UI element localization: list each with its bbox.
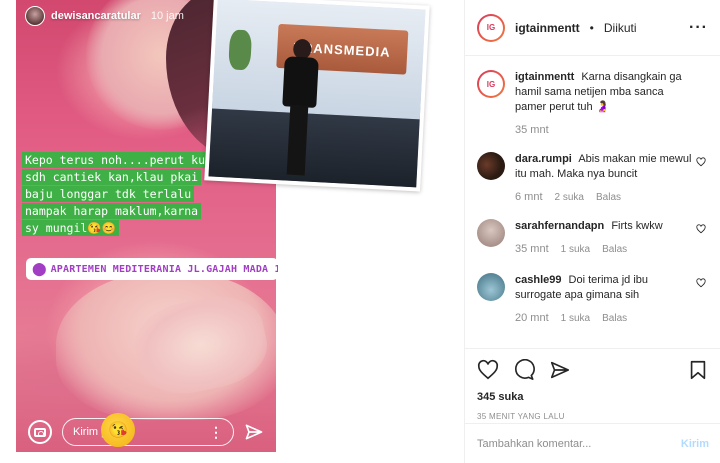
story-username[interactable]: dewisancaratular xyxy=(51,10,141,22)
more-options-icon[interactable]: ··· xyxy=(689,19,708,37)
reply-button[interactable]: Balas xyxy=(602,311,627,326)
comment-username[interactable]: dara.rumpi xyxy=(515,153,572,165)
more-icon[interactable]: ⋮ xyxy=(209,424,223,441)
caption-username[interactable]: igtainmentt xyxy=(515,71,574,83)
bookmark-icon[interactable] xyxy=(687,359,709,381)
comment-likes[interactable]: 1 suka xyxy=(561,242,590,257)
comment-time[interactable]: 35 mnt xyxy=(515,242,549,257)
comment-username[interactable]: cashle99 xyxy=(515,274,561,286)
comment-time[interactable]: 20 mnt xyxy=(515,311,549,326)
commenter-avatar[interactable] xyxy=(477,219,505,247)
overlay-photo: TRANSMEDIA xyxy=(204,0,430,192)
post-media[interactable]: dewisancaratular 10 jam Kepo terus noh..… xyxy=(0,0,464,463)
comment-username[interactable]: sarahfernandapn xyxy=(515,220,604,232)
comment-bubble-icon[interactable] xyxy=(513,359,535,381)
comment-likes[interactable]: 1 suka xyxy=(561,311,590,326)
kiss-emoji-icon: 😘 xyxy=(101,413,135,447)
story-avatar[interactable] xyxy=(25,6,45,26)
comment-item: dara.rumpi Abis makan mie mewul itu mah.… xyxy=(477,152,708,205)
story-caption-line: sdh cantiek kan,klau pkai xyxy=(22,169,202,185)
story-footer: Kirim pesan 😘 ⋮ xyxy=(16,412,276,452)
like-heart-icon[interactable] xyxy=(477,359,499,381)
comment-likes[interactable]: 2 suka xyxy=(555,190,584,205)
comments-list[interactable]: IG igtainmentt Karna disangkain ga hamil… xyxy=(465,56,720,348)
comment-input[interactable]: Tambahkan komentar... xyxy=(477,438,681,450)
location-text: APARTEMEN MEDITERANIA JL.GAJAH MADA 174 … xyxy=(50,263,278,275)
add-comment-bar: Tambahkan komentar... Kirim xyxy=(465,423,720,463)
header-separator: • xyxy=(589,20,594,35)
post-comment-button[interactable]: Kirim xyxy=(681,438,709,450)
commenter-avatar[interactable] xyxy=(477,152,505,180)
comment-time[interactable]: 6 mnt xyxy=(515,190,543,205)
avatar-logo-text: IG xyxy=(486,23,496,32)
story-header: dewisancaratular 10 jam xyxy=(25,6,184,26)
camera-icon[interactable] xyxy=(28,420,52,444)
heart-icon[interactable] xyxy=(696,157,706,167)
post-caption: IG igtainmentt Karna disangkain ga hamil… xyxy=(477,70,708,138)
story-caption-line: baju longgar tdk terlalu xyxy=(22,186,195,202)
post-sidebar: IG igtainmentt • Diikuti ··· IG igtainme… xyxy=(464,0,720,463)
send-icon[interactable] xyxy=(244,422,264,442)
avatar-logo-text: IG xyxy=(486,79,496,89)
comment-text: Firts kwkw xyxy=(611,220,663,232)
post-actions: 345 suka 35 MENIT YANG LALU xyxy=(465,348,720,421)
caption-avatar[interactable]: IG xyxy=(477,70,505,98)
location-sticker[interactable]: ⬤ APARTEMEN MEDITERANIA JL.GAJAH MADA 17… xyxy=(26,258,278,280)
follow-status-button[interactable]: Diikuti xyxy=(604,21,637,35)
story-time: 10 jam xyxy=(150,10,184,22)
comment-item: cashle99 Doi terima jd ibu surrogate apa… xyxy=(477,273,708,326)
comment-item: sarahfernandapn Firts kwkw 35 mnt 1 suka… xyxy=(477,219,708,257)
location-pin-icon: ⬤ xyxy=(32,261,47,276)
post-timestamp[interactable]: 35 MENIT YANG LALU xyxy=(477,412,709,421)
caption-time[interactable]: 35 mnt xyxy=(515,123,549,138)
post-header: IG igtainmentt • Diikuti ··· xyxy=(465,0,720,56)
likes-count[interactable]: 345 suka xyxy=(477,391,709,403)
heart-icon[interactable] xyxy=(696,224,706,234)
commenter-avatar[interactable] xyxy=(477,273,505,301)
story-caption-line: sy mungil😘😊 xyxy=(22,220,119,236)
story-reply-input[interactable]: Kirim pesan 😘 ⋮ xyxy=(62,413,234,447)
reply-button[interactable]: Balas xyxy=(602,242,627,257)
reply-button[interactable]: Balas xyxy=(596,190,621,205)
story-caption-line: nampak harap maklum,karna xyxy=(22,203,202,219)
account-avatar[interactable]: IG xyxy=(477,13,505,42)
heart-icon[interactable] xyxy=(696,278,706,288)
account-username[interactable]: igtainmentt xyxy=(515,21,580,35)
story-caption-line: Kepo terus noh....perut ku xyxy=(22,152,209,168)
share-icon[interactable] xyxy=(549,359,571,381)
